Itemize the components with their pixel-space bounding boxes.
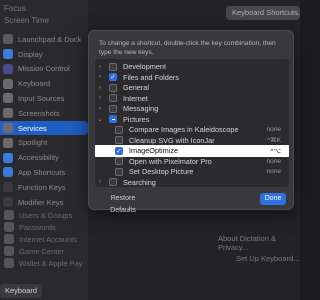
service-label: Open with Pixelmator Pro [129,156,212,166]
sidebar-item-label: App Shortcuts [18,167,66,177]
sidebar-item-label: Function Keys [18,182,66,192]
service-checkbox[interactable] [109,83,117,92]
shortcut-keys[interactable]: none [253,126,289,133]
sidebar-item-game-center[interactable]: Game Center [4,246,64,256]
keyboard-shortcuts-button[interactable]: Keyboard Shortcuts... [226,6,300,20]
service-checkbox[interactable] [109,178,117,187]
service-label: Files and Folders [123,72,179,82]
sidebar-icon [3,78,13,89]
sidebar-item-services[interactable]: Services [0,120,88,136]
sidebar-item-label: Accessibility [18,153,59,163]
services-list: › Development › Files and Folders › General › I… [95,59,289,187]
disclosure-chevron-icon[interactable]: › [95,85,105,91]
sidebar-icon [3,152,13,163]
disclosure-chevron-icon[interactable]: › [95,95,105,101]
sidebar-item-label: Screenshots [18,108,60,118]
sidebar-icon [3,34,13,45]
service-label: Pictures [123,114,150,124]
about-dictation-link[interactable]: About Dictation & Privacy... [218,234,300,252]
service-label: ImageOptimize [129,146,179,156]
service-checkbox[interactable] [115,157,123,166]
sidebar-item-wallet-apple-pay[interactable]: Wallet & Apple Pay [4,258,83,268]
service-checkbox[interactable] [109,73,117,82]
service-checkbox[interactable] [109,115,117,124]
sidebar-item-users-groups[interactable]: Users & Groups [4,210,72,220]
service-label: Cleanup SVG with IconJar [129,135,215,145]
shortcut-keys[interactable]: ^⌥ [253,147,289,155]
sidebar-icon [3,49,13,60]
restore-defaults-button[interactable]: Restore Defaults [97,193,149,214]
instruction-text: To change a shortcut, double-click the k… [99,40,276,56]
sidebar-item-display[interactable]: Display [0,47,88,62]
sidebar-icon [4,258,14,268]
service-checkbox[interactable] [109,94,117,103]
sidebar-item-passwords[interactable]: Passwords [4,222,56,232]
sidebar-item-label: Display [18,49,43,59]
service-label: Searching [123,177,156,187]
sidebar-icon [3,182,13,193]
sidebar-icon [4,222,14,232]
sidebar-item-accessibility[interactable]: Accessibility [0,150,88,165]
service-checkbox[interactable] [115,146,123,155]
shortcut-keys[interactable]: none [253,168,289,175]
service-label: Set Desktop Picture [129,167,194,177]
service-checkbox[interactable] [109,104,117,113]
disclosure-chevron-icon[interactable]: › [95,106,105,112]
service-label: Internet [123,93,148,103]
sidebar-item-screen-time[interactable]: Screen Time [4,16,49,25]
service-checkbox[interactable] [115,167,123,176]
sidebar-icon [3,93,13,104]
sidebar-item-label: Game Center [19,246,65,256]
sidebar-item-label: Spotlight [18,138,48,148]
sidebar-item-mission-control[interactable]: Mission Control [0,62,88,77]
sidebar-item-keyboard[interactable]: Keyboard [0,284,42,298]
sidebar-item-label: Passwords [19,222,56,232]
sidebar-item-modifier-keys[interactable]: Modifier Keys [0,195,88,210]
sidebar-item-label: Users & Groups [19,210,73,220]
sidebar-icon [4,246,14,256]
disclosure-chevron-icon[interactable]: › [95,64,105,70]
sidebar-item-label: Launchpad & Dock [18,34,82,44]
shortcut-keys[interactable]: none [253,158,289,165]
disclosure-chevron-icon[interactable]: ⌄ [95,116,105,123]
sidebar-icon [3,63,13,74]
service-checkbox[interactable] [115,136,123,145]
disclosure-chevron-icon[interactable]: › [95,74,105,80]
sidebar-item-label: Modifier Keys [18,197,64,207]
sidebar-icon [4,234,14,244]
sidebar-item-spotlight[interactable]: Spotlight [0,136,88,151]
sidebar-item-label: Input Sources [18,93,65,103]
service-label: General [123,83,149,93]
sidebar-icon [3,108,13,119]
sidebar-item-app-shortcuts[interactable]: App Shortcuts [0,165,88,180]
service-checkbox[interactable] [115,125,123,134]
sidebar-item-input-sources[interactable]: Input Sources [0,91,88,106]
sidebar-item-internet-accounts[interactable]: Internet Accounts [4,234,77,244]
service-label: Compare Images in Kaleidoscope [129,125,239,135]
sidebar-icon [4,210,14,220]
sidebar-item-label: Keyboard [18,79,51,89]
sidebar-item-keyboard[interactable]: Keyboard [0,76,88,91]
sidebar-item-label: Wallet & Apple Pay [19,258,83,268]
service-label: Messaging [123,104,159,114]
sidebar-icon [3,123,13,134]
disclosure-chevron-icon[interactable]: › [95,179,105,185]
done-button[interactable]: Done [260,193,286,205]
sidebar-item-screenshots[interactable]: Screenshots [0,106,88,121]
sidebar-icon [3,137,13,148]
sidebar-item-focus[interactable]: Focus [4,4,26,13]
keyboard-shortcuts-sheet: To change a shortcut, double-click the k… [88,30,294,214]
sidebar-item-label: Services [18,123,47,133]
set-up-keyboard-link[interactable]: Set Up Keyboard... [236,254,299,263]
sidebar-item-label: Mission Control [18,64,70,74]
service-checkbox[interactable] [109,62,117,71]
shortcut-keys[interactable]: ^⌘K [253,136,289,144]
service-group-row[interactable]: › Searching [95,177,289,188]
sidebar-item-launchpad-dock[interactable]: Launchpad & Dock [0,32,88,47]
sidebar-item-function-keys[interactable]: Function Keys [0,180,88,195]
sidebar-icon [3,167,13,178]
sidebar-item-label: Internet Accounts [19,234,77,244]
service-label: Development [123,62,166,72]
sidebar-icon [3,197,13,208]
